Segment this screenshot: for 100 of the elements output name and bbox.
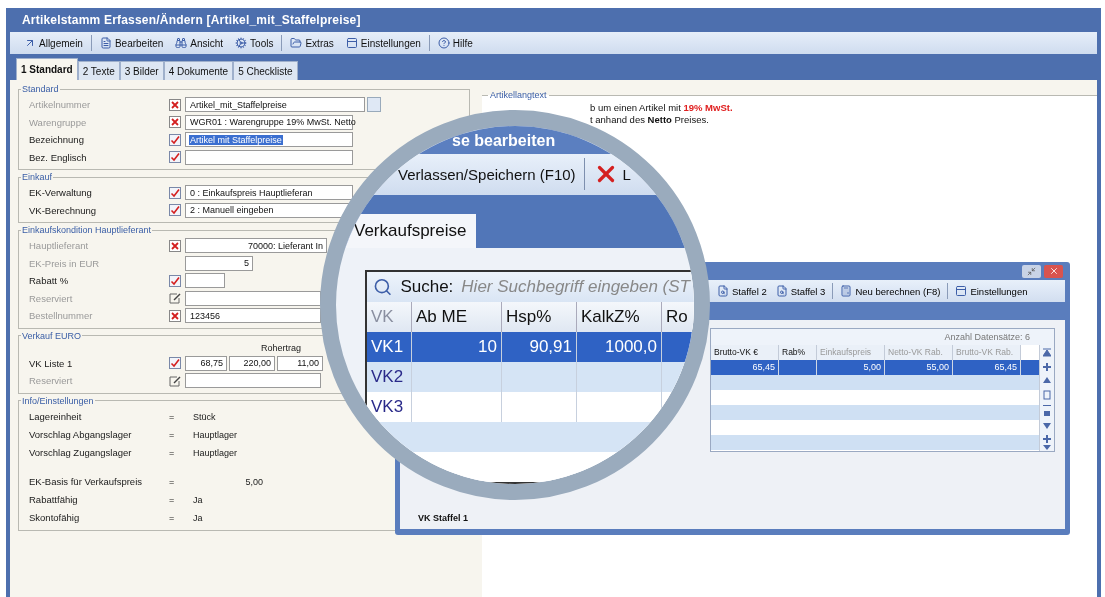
field-label: EK-Verwaltung xyxy=(29,187,93,199)
column-header[interactable]: Brutto-VK € xyxy=(711,345,779,360)
search-field[interactable]: Hier Suchbegriff eingeben (ST xyxy=(461,277,694,297)
description-text: b um einen Artikel mit 19% MwSt. t anhand des Netto Preises. xyxy=(590,102,734,126)
equals-sign: = xyxy=(169,411,176,422)
check-icon[interactable] xyxy=(169,151,181,164)
group-title: Verkauf EURO xyxy=(21,330,83,341)
toolbar-button[interactable]: Einstellungen xyxy=(953,285,1030,297)
column-header[interactable]: Rab% xyxy=(779,345,817,360)
restore-button[interactable] xyxy=(1022,264,1041,278)
delete-button[interactable]: L xyxy=(592,161,631,188)
tab[interactable]: 3 Bilder xyxy=(119,61,164,80)
amount-field[interactable]: 68,75 xyxy=(185,355,227,371)
group-title: Standard xyxy=(21,84,60,94)
field-label: Lagereinheit xyxy=(29,410,83,422)
field-label: Hauptlieferant xyxy=(29,240,90,252)
info-value: Ja xyxy=(193,494,204,505)
table-cell: VK3 xyxy=(367,392,412,422)
arrow-icon xyxy=(24,37,36,49)
document-search-icon xyxy=(775,285,788,297)
section-label: VK Staffel 1 xyxy=(418,513,469,523)
field-label: Rabatt % xyxy=(29,275,70,287)
table-cell: 10 xyxy=(412,332,502,362)
toolbar-button[interactable]: Staffel 3 xyxy=(773,285,828,297)
info-value: Ja xyxy=(193,512,204,523)
menu-item[interactable]: Hilfe xyxy=(433,35,477,51)
equals-sign: = xyxy=(169,512,176,523)
document-search-icon xyxy=(717,285,729,297)
window-icon xyxy=(955,285,968,297)
tab[interactable]: 2 Texte xyxy=(77,61,120,80)
field-label: Reserviert xyxy=(29,292,74,304)
equals-sign: = xyxy=(169,494,176,505)
check-icon[interactable] xyxy=(169,274,181,287)
amount-field[interactable]: 11,00 xyxy=(277,355,323,371)
input-field[interactable]: 0 : Einkaufspreis Hauptlieferan xyxy=(185,185,353,201)
group-title: Info/Einstellungen xyxy=(21,395,95,406)
save-button[interactable]: Verlassen/Speichern (F10) xyxy=(398,165,576,183)
table-cell: VK2 xyxy=(367,362,412,392)
input-field[interactable] xyxy=(185,273,225,289)
folder-icon xyxy=(290,37,303,49)
help-icon xyxy=(437,37,450,49)
group-title: Einkaufskondition Hauptlieferant xyxy=(21,225,153,235)
menu-item[interactable]: Ansicht xyxy=(171,35,228,51)
field-label: Warengruppe xyxy=(29,116,88,128)
search-bar[interactable]: Suche: Hier Suchbegriff eingeben (ST xyxy=(367,272,694,302)
field-label: Rabattfähig xyxy=(29,493,79,505)
input-field[interactable]: Artikel mit Staffelpreise xyxy=(185,132,353,148)
record-navigator-icon[interactable] xyxy=(1043,347,1051,451)
equals-sign: = xyxy=(169,429,176,440)
menu-item[interactable]: Einstellungen xyxy=(341,35,425,51)
search-icon xyxy=(373,277,393,297)
field-label: Vorschlag Abgangslager xyxy=(29,428,133,440)
search-label: Suche: xyxy=(400,277,454,297)
menu-item[interactable]: Tools xyxy=(231,35,278,51)
check-icon[interactable] xyxy=(169,204,181,217)
input-field[interactable] xyxy=(185,290,321,306)
tab[interactable]: 1 Standard xyxy=(16,58,78,80)
check-icon[interactable] xyxy=(169,133,181,146)
toolbar-button[interactable]: Neu berechnen (F8) xyxy=(838,285,943,297)
menu-item[interactable]: Bearbeiten xyxy=(95,35,168,51)
equals-sign: = xyxy=(169,447,176,458)
menu-item[interactable]: Allgemein xyxy=(20,35,87,51)
column-header[interactable]: Ro xyxy=(662,302,694,332)
table-cell: 90,91 xyxy=(502,332,577,362)
menu-item[interactable]: Extras xyxy=(286,35,338,51)
equals-sign: = xyxy=(169,476,176,487)
field-label: Bez. Englisch xyxy=(29,151,88,163)
toolbar-button[interactable]: Staffel 2 xyxy=(715,285,769,297)
table-cell: 1000,0 xyxy=(577,332,662,362)
table-cell: VK1 xyxy=(367,332,412,362)
close-icon xyxy=(1048,266,1059,276)
field-label: Bezeichnung xyxy=(29,134,85,146)
check-icon[interactable] xyxy=(169,186,181,199)
close-button[interactable] xyxy=(1044,264,1063,278)
field-label: VK Liste 1 xyxy=(29,357,74,369)
input-field[interactable] xyxy=(185,149,353,165)
window-title: Artikelstamm Erfassen/Ändern [Artikel_mit_Staffelpreise] xyxy=(21,12,362,29)
tab[interactable]: 5 Checkliste xyxy=(233,61,298,80)
tab[interactable]: 4 Dokumente xyxy=(163,61,234,80)
calculator-icon xyxy=(840,285,853,297)
field-label: Vorschlag Zugangslager xyxy=(29,446,133,458)
column-header[interactable]: Ab ME xyxy=(412,302,502,332)
input-field[interactable] xyxy=(185,373,321,389)
check-icon[interactable] xyxy=(169,357,181,370)
window-icon xyxy=(345,37,358,49)
column-header[interactable]: KalkZ% xyxy=(577,302,662,332)
document-icon xyxy=(99,37,112,49)
amount-field[interactable]: 220,00 xyxy=(229,355,275,371)
info-value: Stück xyxy=(193,411,217,422)
field-label: Bestellnummer xyxy=(29,310,94,322)
field-label: Reserviert xyxy=(29,375,74,387)
info-value: 5,00 xyxy=(244,476,263,487)
info-value: Hauptlager xyxy=(193,447,239,458)
field-label: Skontofähig xyxy=(29,511,81,523)
group-title: Artikellangtext xyxy=(489,90,548,100)
field-label: Artikelnummer xyxy=(29,99,92,111)
record-count: Anzahl Datensätze: 6 xyxy=(711,329,1054,345)
tab[interactable]: Verkaufspreise xyxy=(344,214,477,248)
column-header[interactable]: Hsp% xyxy=(502,302,577,332)
restore-icon xyxy=(1027,266,1036,276)
